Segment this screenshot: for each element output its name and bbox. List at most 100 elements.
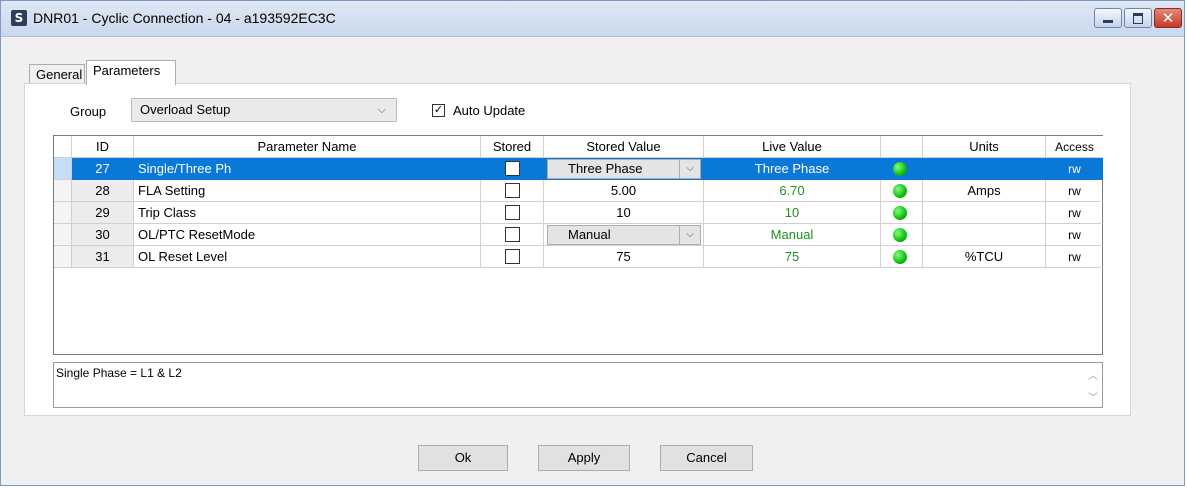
description-scrollbar[interactable]: ︿ ﹀ (1084, 363, 1102, 407)
row-units (923, 202, 1046, 224)
row-access: rw (1046, 158, 1103, 180)
minimize-button[interactable] (1094, 8, 1122, 28)
row-live-value: Three Phase (704, 158, 881, 180)
chevron-down-icon[interactable]: ⌵ (679, 160, 700, 178)
tab-general[interactable]: General (29, 64, 85, 84)
row-id: 27 (72, 158, 134, 180)
column-header-stored[interactable]: Stored (481, 136, 544, 158)
row-status-cell (881, 158, 923, 180)
chevron-down-icon[interactable]: ⌵ (679, 226, 700, 244)
window-title: DNR01 - Cyclic Connection - 04 - a193592… (33, 10, 336, 26)
column-header-live-value[interactable]: Live Value (704, 136, 881, 158)
tab-parameters[interactable]: Parameters (86, 60, 176, 85)
row-selector[interactable] (54, 224, 72, 246)
auto-update-checkbox[interactable]: ✓ (432, 104, 445, 117)
stored-value-text: Three Phase (568, 161, 643, 176)
column-header-parameter-name[interactable]: Parameter Name (134, 136, 481, 158)
column-header-access[interactable]: Access (1046, 136, 1103, 158)
apply-button[interactable]: Apply (538, 445, 630, 471)
parameters-panel: Group Overload Setup ⌵ ✓ Auto Update ID … (24, 83, 1131, 416)
row-selector[interactable] (54, 202, 72, 224)
group-select-value: Overload Setup (140, 102, 231, 117)
row-selector[interactable] (54, 246, 72, 268)
row-parameter-name: Single/Three Ph (134, 158, 481, 180)
row-live-value: 10 (704, 202, 881, 224)
row-parameter-name: Trip Class (134, 202, 481, 224)
stored-checkbox[interactable] (505, 227, 520, 242)
column-header-id[interactable]: ID (72, 136, 134, 158)
table-row[interactable]: 28 FLA Setting 5.00 6.70 Amps rw (54, 180, 1103, 202)
row-id: 29 (72, 202, 134, 224)
stored-value-dropdown[interactable]: Three Phase ⌵ (547, 159, 701, 179)
row-stored-value[interactable]: 5.00 (544, 180, 704, 202)
row-live-value: 75 (704, 246, 881, 268)
close-button[interactable]: ✕ (1154, 8, 1182, 28)
row-stored-cell (481, 158, 544, 180)
row-stored-cell (481, 202, 544, 224)
stored-value-dropdown[interactable]: Manual ⌵ (547, 225, 701, 245)
row-stored-cell (481, 246, 544, 268)
grid-header: ID Parameter Name Stored Stored Value Li… (54, 136, 1103, 158)
row-selector-header (54, 136, 72, 158)
maximize-button[interactable] (1124, 8, 1152, 28)
app-logo-icon: S (11, 10, 27, 26)
row-units (923, 158, 1046, 180)
scroll-down-icon[interactable]: ﹀ (1088, 389, 1098, 404)
stored-checkbox[interactable] (505, 249, 520, 264)
dialog-window: S DNR01 - Cyclic Connection - 04 - a1935… (0, 0, 1185, 486)
row-status-cell (881, 180, 923, 202)
ok-button[interactable]: Ok (418, 445, 508, 471)
row-access: rw (1046, 246, 1103, 268)
column-header-status[interactable] (881, 136, 923, 158)
row-selector[interactable] (54, 180, 72, 202)
row-stored-cell (481, 224, 544, 246)
row-live-value: Manual (704, 224, 881, 246)
row-units: Amps (923, 180, 1046, 202)
group-label: Group (70, 104, 107, 119)
cancel-button[interactable]: Cancel (660, 445, 753, 471)
status-led-icon (893, 228, 907, 242)
status-led-icon (893, 206, 907, 220)
row-live-value: 6.70 (704, 180, 881, 202)
row-units (923, 224, 1046, 246)
auto-update-label[interactable]: Auto Update (453, 103, 525, 118)
status-led-icon (893, 162, 907, 176)
row-parameter-name: OL/PTC ResetMode (134, 224, 481, 246)
row-stored-value-cell: Manual ⌵ (544, 224, 704, 246)
row-stored-cell (481, 180, 544, 202)
row-stored-value[interactable]: 10 (544, 202, 704, 224)
row-units: %TCU (923, 246, 1046, 268)
column-header-units[interactable]: Units (923, 136, 1046, 158)
row-stored-value-cell: Three Phase ⌵ (544, 158, 704, 180)
row-id: 30 (72, 224, 134, 246)
parameter-grid: ID Parameter Name Stored Stored Value Li… (53, 135, 1103, 355)
parameter-description[interactable]: Single Phase = L1 & L2 ︿ ﹀ (53, 362, 1103, 408)
row-id: 31 (72, 246, 134, 268)
stored-checkbox[interactable] (505, 205, 520, 220)
table-row[interactable]: 29 Trip Class 10 10 rw (54, 202, 1103, 224)
scroll-up-icon[interactable]: ︿ (1088, 367, 1098, 382)
status-led-icon (893, 250, 907, 264)
row-stored-value[interactable]: 75 (544, 246, 704, 268)
row-id: 28 (72, 180, 134, 202)
row-selector[interactable] (54, 158, 72, 180)
table-row[interactable]: 30 OL/PTC ResetMode Manual ⌵ Manual rw (54, 224, 1103, 246)
row-status-cell (881, 224, 923, 246)
column-header-stored-value[interactable]: Stored Value (544, 136, 704, 158)
row-parameter-name: FLA Setting (134, 180, 481, 202)
row-access: rw (1046, 180, 1103, 202)
title-bar[interactable]: S DNR01 - Cyclic Connection - 04 - a1935… (1, 1, 1184, 37)
stored-checkbox[interactable] (505, 183, 520, 198)
row-parameter-name: OL Reset Level (134, 246, 481, 268)
stored-checkbox[interactable] (505, 161, 520, 176)
status-led-icon (893, 184, 907, 198)
chevron-down-icon: ⌵ (377, 104, 386, 116)
row-access: rw (1046, 224, 1103, 246)
group-select[interactable]: Overload Setup ⌵ (131, 98, 397, 122)
row-status-cell (881, 202, 923, 224)
row-status-cell (881, 246, 923, 268)
stored-value-text: Manual (568, 227, 611, 242)
table-row[interactable]: 27 Single/Three Ph Three Phase ⌵ Three P… (54, 158, 1103, 180)
description-text: Single Phase = L1 & L2 (56, 366, 182, 380)
table-row[interactable]: 31 OL Reset Level 75 75 %TCU rw (54, 246, 1103, 268)
